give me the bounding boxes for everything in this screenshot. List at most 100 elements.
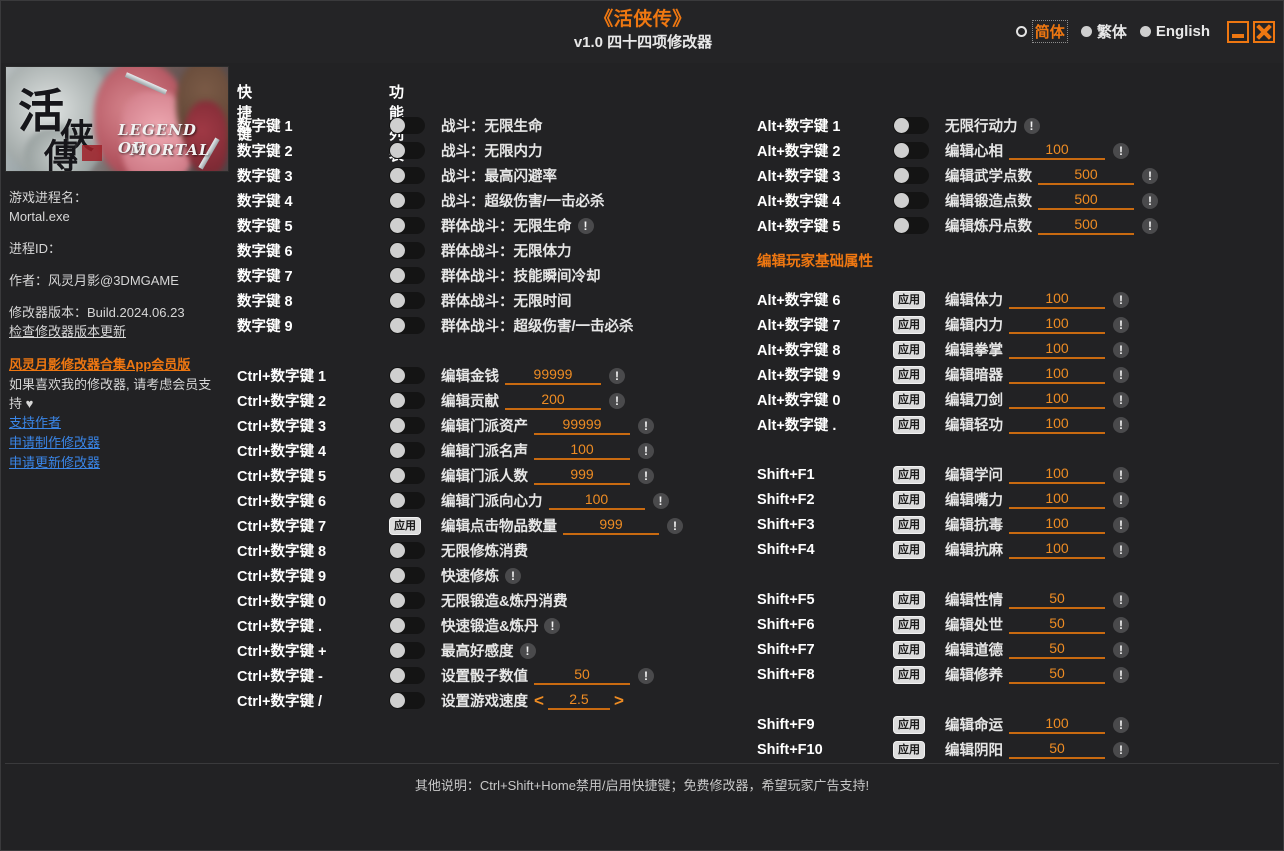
apply-button[interactable]: 应用: [893, 615, 925, 634]
warning-icon[interactable]: !: [1113, 741, 1129, 758]
cheat-toggle[interactable]: [389, 217, 425, 234]
warning-icon[interactable]: !: [519, 642, 536, 659]
cheat-toggle[interactable]: [389, 117, 425, 134]
apply-button[interactable]: 应用: [893, 415, 925, 434]
warning-icon[interactable]: !: [1113, 591, 1129, 608]
value-input[interactable]: 50: [1009, 590, 1105, 609]
value-input[interactable]: 100: [1009, 465, 1105, 484]
value-input[interactable]: 100: [1009, 315, 1105, 334]
cheat-toggle[interactable]: [893, 167, 929, 184]
warning-icon[interactable]: !: [1113, 466, 1129, 483]
apply-button[interactable]: 应用: [893, 590, 925, 609]
apply-button[interactable]: 应用: [893, 665, 925, 684]
cheat-toggle[interactable]: [893, 217, 929, 234]
cheat-toggle[interactable]: [389, 267, 425, 284]
warning-icon[interactable]: !: [577, 217, 594, 234]
cheat-toggle[interactable]: [893, 117, 929, 134]
cheat-toggle[interactable]: [389, 442, 425, 459]
cheat-toggle[interactable]: [389, 417, 425, 434]
warning-icon[interactable]: !: [609, 392, 625, 409]
warning-icon[interactable]: !: [1142, 192, 1158, 209]
warning-icon[interactable]: !: [1113, 666, 1129, 683]
apply-button[interactable]: 应用: [893, 490, 925, 509]
apply-button[interactable]: 应用: [893, 290, 925, 309]
cheat-toggle[interactable]: [389, 592, 425, 609]
value-input[interactable]: 100: [1009, 540, 1105, 559]
cheat-toggle[interactable]: [389, 367, 425, 384]
value-input[interactable]: 50: [534, 666, 630, 685]
warning-icon[interactable]: !: [1113, 616, 1129, 633]
cheat-toggle[interactable]: [389, 492, 425, 509]
cheat-toggle[interactable]: [389, 617, 425, 634]
warning-icon[interactable]: !: [1113, 516, 1129, 533]
apply-button[interactable]: 应用: [893, 390, 925, 409]
apply-button[interactable]: 应用: [893, 365, 925, 384]
value-input[interactable]: 500: [1038, 216, 1134, 235]
warning-icon[interactable]: !: [1113, 641, 1129, 658]
apply-button[interactable]: 应用: [893, 740, 925, 759]
chevron-left-icon[interactable]: <: [534, 692, 544, 709]
cheat-toggle[interactable]: [389, 167, 425, 184]
value-input[interactable]: 200: [505, 391, 601, 410]
check-update-link[interactable]: 检查修改器版本更新: [9, 322, 223, 342]
language-option-english[interactable]: English: [1139, 23, 1210, 40]
warning-icon[interactable]: !: [638, 442, 654, 459]
value-input[interactable]: 50: [1009, 640, 1105, 659]
cheat-toggle[interactable]: [389, 242, 425, 259]
warning-icon[interactable]: !: [1113, 316, 1129, 333]
warning-icon[interactable]: !: [1113, 491, 1129, 508]
value-input[interactable]: 99999: [534, 416, 630, 435]
warning-icon[interactable]: !: [1113, 541, 1129, 558]
cheat-toggle[interactable]: [893, 192, 929, 209]
value-input[interactable]: 50: [1009, 665, 1105, 684]
value-input[interactable]: 50: [1009, 740, 1105, 759]
warning-icon[interactable]: !: [638, 667, 654, 684]
value-input[interactable]: 100: [534, 441, 630, 460]
cheat-toggle[interactable]: [389, 392, 425, 409]
apply-button[interactable]: 应用: [893, 315, 925, 334]
warning-icon[interactable]: !: [1113, 416, 1129, 433]
value-input[interactable]: 100: [1009, 715, 1105, 734]
cheat-toggle[interactable]: [389, 142, 425, 159]
value-input[interactable]: 500: [1038, 166, 1134, 185]
language-option-traditional[interactable]: 繁体: [1080, 21, 1127, 42]
warning-icon[interactable]: !: [505, 567, 521, 584]
cheat-toggle[interactable]: [389, 667, 425, 684]
warning-icon[interactable]: !: [544, 617, 561, 634]
apply-button[interactable]: 应用: [893, 640, 925, 659]
value-input[interactable]: 100: [1009, 490, 1105, 509]
value-input[interactable]: 50: [1009, 615, 1105, 634]
value-input[interactable]: 100: [1009, 390, 1105, 409]
value-input[interactable]: 999: [563, 516, 659, 535]
value-input[interactable]: 100: [1009, 415, 1105, 434]
cheat-toggle[interactable]: [389, 467, 425, 484]
warning-icon[interactable]: !: [667, 517, 683, 534]
warning-icon[interactable]: !: [1113, 142, 1129, 159]
value-input[interactable]: 2.5: [547, 691, 610, 710]
warning-icon[interactable]: !: [652, 492, 669, 509]
language-option-simplified[interactable]: 简体: [1015, 20, 1068, 43]
warning-icon[interactable]: !: [638, 417, 654, 434]
value-input[interactable]: 100: [548, 491, 645, 510]
apply-button[interactable]: 应用: [893, 515, 925, 534]
request-trainer-link[interactable]: 申请制作修改器: [9, 433, 223, 453]
close-button[interactable]: [1253, 20, 1275, 43]
cheat-toggle[interactable]: [389, 317, 425, 334]
value-input[interactable]: 100: [1009, 340, 1105, 359]
warning-icon[interactable]: !: [1113, 391, 1129, 408]
warning-icon[interactable]: !: [1142, 217, 1158, 234]
cheat-toggle[interactable]: [389, 642, 425, 659]
warning-icon[interactable]: !: [1142, 167, 1158, 184]
support-author-link[interactable]: 支持作者: [9, 413, 223, 433]
cheat-toggle[interactable]: [389, 542, 425, 559]
apply-button[interactable]: 应用: [893, 465, 925, 484]
cheat-toggle[interactable]: [389, 192, 425, 209]
cheat-toggle[interactable]: [389, 567, 425, 584]
chevron-right-icon[interactable]: >: [614, 692, 624, 709]
value-input[interactable]: 100: [1009, 290, 1105, 309]
membership-promo-link[interactable]: 风灵月影修改器合集App会员版: [9, 355, 223, 375]
apply-button[interactable]: 应用: [893, 340, 925, 359]
apply-button[interactable]: 应用: [389, 516, 421, 535]
value-input[interactable]: 100: [1009, 515, 1105, 534]
cheat-toggle[interactable]: [389, 692, 425, 709]
